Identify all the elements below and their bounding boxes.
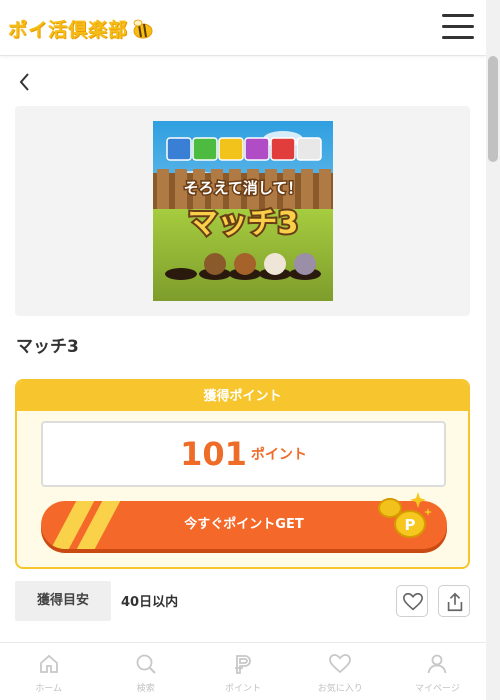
point-card-heading: 獲得ポイント — [17, 381, 468, 411]
nav-points[interactable]: ポイント — [194, 643, 291, 700]
site-header: ポイ活倶楽部 — [0, 0, 486, 56]
game-thumbnail: そろえて消して！ マッチ3 — [153, 121, 333, 301]
back-arrow-icon[interactable] — [14, 70, 38, 94]
site-logo[interactable]: ポイ活倶楽部 — [8, 15, 153, 42]
heart-icon — [329, 654, 352, 674]
home-icon — [39, 654, 58, 673]
point-icon — [235, 655, 251, 674]
svg-text:P: P — [405, 516, 416, 534]
bottom-navigation: ホーム 検索 ポイント お気に入り マイページ — [0, 642, 486, 700]
coins-icon: P — [374, 488, 434, 548]
search-icon — [136, 654, 156, 674]
thumb-caption: そろえて消して！ — [184, 179, 303, 197]
favorite-button[interactable] — [396, 585, 428, 617]
share-icon — [447, 592, 463, 612]
share-button[interactable] — [438, 585, 470, 617]
point-value-box: 101 ポイント — [41, 421, 446, 487]
nav-search[interactable]: 検索 — [97, 643, 194, 700]
page-scrollbar[interactable] — [486, 0, 500, 700]
logo-text: ポイ活倶楽部 — [8, 19, 129, 41]
point-unit: ポイント — [250, 447, 307, 463]
hamburger-menu-icon[interactable] — [442, 14, 474, 40]
game-title: マッチ3 — [16, 337, 79, 357]
estimate-value: 40日以内 — [121, 595, 179, 610]
user-icon — [428, 654, 447, 674]
nav-label: 検索 — [136, 684, 155, 694]
bee-icon — [131, 19, 153, 39]
scrollbar-thumb[interactable] — [488, 56, 498, 162]
nav-label: ポイント — [225, 684, 262, 694]
thumb-title: マッチ3 — [188, 206, 299, 241]
heart-outline-icon — [403, 592, 423, 611]
point-value: 101 — [180, 435, 247, 473]
nav-home[interactable]: ホーム — [0, 643, 97, 700]
estimate-label: 獲得目安 — [15, 581, 111, 621]
nav-label: マイページ — [415, 684, 460, 694]
nav-mypage[interactable]: マイページ — [389, 643, 486, 700]
game-image-panel: そろえて消して！ マッチ3 — [15, 106, 470, 316]
nav-label: お気に入り — [317, 684, 363, 694]
nav-label: ホーム — [35, 684, 62, 694]
nav-favorites[interactable]: お気に入り — [292, 643, 389, 700]
